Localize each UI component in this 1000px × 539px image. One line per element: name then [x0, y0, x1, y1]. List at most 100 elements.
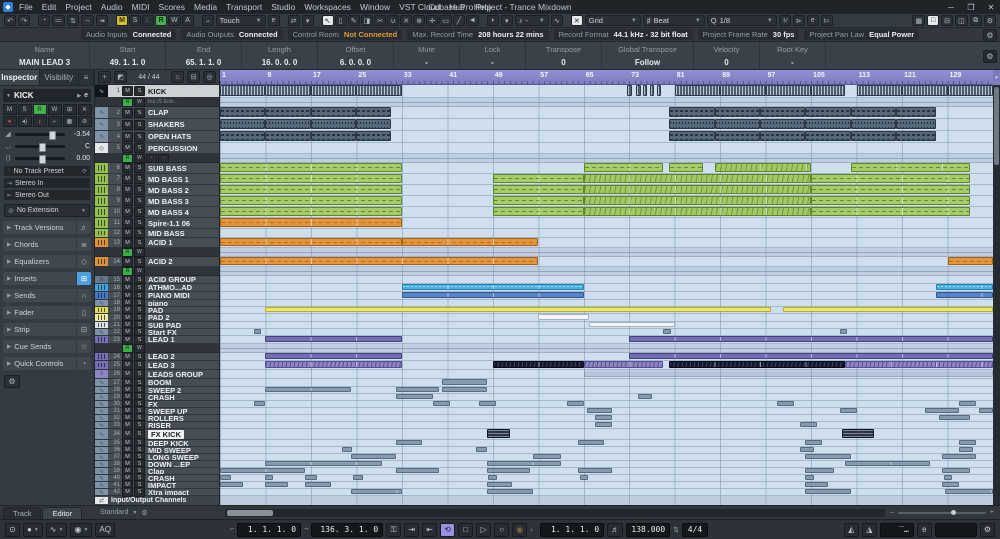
clip-event[interactable]: [944, 475, 953, 480]
menu-studio[interactable]: Studio: [271, 2, 295, 12]
clip-event[interactable]: [657, 85, 662, 96]
clip-event[interactable]: [265, 85, 310, 96]
clip-event[interactable]: [800, 447, 814, 452]
solo-button[interactable]: S: [134, 185, 145, 195]
arrangement-lane[interactable]: [220, 482, 993, 489]
clip-event[interactable]: [845, 461, 930, 466]
clip-event[interactable]: [936, 292, 993, 298]
undo-icon[interactable]: ↶: [4, 15, 16, 26]
track-row[interactable]: 7MSMD BASS 1: [95, 174, 219, 185]
automation-lane[interactable]: [220, 248, 993, 257]
vertical-scrollbar[interactable]: [993, 85, 1000, 505]
track-row[interactable]: 19MSPAD: [95, 307, 219, 314]
track-row[interactable]: ∿4MSOPEN HATS: [95, 131, 219, 143]
clip-event[interactable]: [305, 475, 316, 480]
clip-event[interactable]: [488, 475, 497, 480]
automation-subtrack-row[interactable]: RWIns./S Enb...: [95, 98, 219, 107]
track-row[interactable]: 17MSPIANO MIDI: [95, 292, 219, 300]
maximize-icon[interactable]: ❐: [965, 3, 977, 12]
drum-map-icon[interactable]: ▦: [63, 116, 77, 127]
mute-button[interactable]: M: [122, 185, 133, 195]
clip-event[interactable]: [675, 85, 720, 96]
search-icon[interactable]: ◎: [203, 71, 216, 83]
clip-event[interactable]: [487, 461, 561, 466]
arrangement-lane[interactable]: [220, 468, 993, 475]
menu-workspaces[interactable]: Workspaces: [304, 2, 351, 12]
clip-event[interactable]: [311, 85, 356, 96]
automation-subtrack-row[interactable]: RW: [95, 248, 219, 257]
clip-event[interactable]: [580, 475, 588, 480]
agent-icon[interactable]: ⊟: [187, 71, 200, 83]
clip-event[interactable]: [805, 107, 850, 117]
global-s-button[interactable]: S: [129, 15, 141, 26]
track-row[interactable]: ∿33MSRISER: [95, 422, 219, 429]
clip-event[interactable]: [402, 284, 584, 290]
clip-event[interactable]: [351, 489, 402, 494]
add-track-icon[interactable]: +: [98, 71, 111, 83]
nudge-forward-icon[interactable]: ↠: [96, 15, 108, 26]
track-row[interactable]: 8MSMD BASS 2: [95, 185, 219, 196]
track-row[interactable]: ∿34MSFX KICK: [95, 429, 219, 440]
volume-slider[interactable]: [15, 133, 65, 136]
clip-event[interactable]: [442, 379, 487, 385]
clip-event[interactable]: [811, 196, 970, 205]
clip-event[interactable]: [396, 394, 433, 399]
close-icon[interactable]: ✕: [985, 3, 997, 12]
inspector-setup-icon[interactable]: ⚙: [4, 375, 20, 388]
clip-event[interactable]: [220, 185, 402, 194]
clip-event[interactable]: [356, 131, 390, 141]
clip-event[interactable]: [584, 174, 811, 183]
clip-event[interactable]: [942, 482, 959, 487]
clip-event[interactable]: [595, 415, 612, 420]
tempo-display[interactable]: 138.000: [626, 523, 670, 537]
clip-event[interactable]: [959, 447, 973, 452]
automation-subtrack-row[interactable]: RW: [95, 344, 219, 353]
delay-slider[interactable]: [15, 157, 65, 160]
tempo-track-icon[interactable]: ♬: [607, 523, 623, 537]
arrangement-lane[interactable]: [220, 489, 993, 496]
info-field-global-transpose[interactable]: Global TransposeFollow: [602, 42, 694, 69]
toolbar-setup-icon[interactable]: ⚙: [984, 15, 996, 26]
write-automation-button[interactable]: W: [48, 104, 62, 115]
clip-event[interactable]: [959, 401, 976, 406]
track-row[interactable]: 24MSLEAD 2: [95, 353, 219, 361]
info-field-end[interactable]: End65. 1. 1. 0: [166, 42, 242, 69]
track-row[interactable]: ∿2MSCLAP: [95, 107, 219, 119]
tempo-stepper-icon[interactable]: ⇅: [673, 526, 679, 534]
menu-media[interactable]: Media: [194, 2, 217, 12]
automation-subtrack-row[interactable]: RW: [95, 267, 219, 276]
right-locator-display[interactable]: 136. 3. 1. 0: [311, 523, 383, 537]
menu-audio[interactable]: Audio: [101, 2, 123, 12]
minimize-icon[interactable]: ─: [945, 3, 957, 12]
arrangement-lane[interactable]: [220, 207, 993, 218]
clip-event[interactable]: [578, 440, 604, 445]
clip-event[interactable]: [805, 475, 814, 480]
tab-editor[interactable]: Editor: [42, 507, 82, 519]
track-row[interactable]: 14MSACID 2: [95, 257, 219, 267]
clip-event[interactable]: [442, 387, 487, 392]
track-row[interactable]: 21MSSUB PAD: [95, 322, 219, 329]
lanes-icon[interactable]: ✕: [78, 104, 92, 115]
solo-button[interactable]: S: [134, 143, 145, 153]
status-item[interactable]: Audio InputsConnected: [81, 29, 176, 40]
output-icon[interactable]: ◦: [158, 154, 169, 163]
solo-button[interactable]: S: [134, 218, 145, 228]
redo-icon[interactable]: ↷: [18, 15, 30, 26]
clip-event[interactable]: [800, 422, 817, 427]
clip-event[interactable]: [840, 329, 847, 334]
clip-event[interactable]: [487, 482, 511, 487]
clip-event[interactable]: [942, 468, 970, 473]
clip-event[interactable]: [842, 429, 873, 438]
inspector-section-chords[interactable]: ▶Chords≣: [3, 238, 91, 251]
status-item[interactable]: Control RoomNot Connected: [288, 29, 403, 40]
nudge-back-icon[interactable]: ↔: [81, 15, 94, 26]
solo-button[interactable]: S: [134, 120, 145, 130]
inspector-section-inserts[interactable]: ▶Inserts⊞: [3, 272, 91, 285]
zone-lower-icon[interactable]: ⊟: [941, 15, 953, 26]
mute-button[interactable]: M: [122, 174, 133, 184]
track-versions-icon[interactable]: ♬: [76, 221, 91, 234]
clip-event[interactable]: [402, 238, 538, 246]
clip-event[interactable]: [777, 401, 794, 406]
track-row[interactable]: ∿31MSSWEEP UP: [95, 408, 219, 415]
read-automation-button[interactable]: R: [33, 104, 47, 115]
